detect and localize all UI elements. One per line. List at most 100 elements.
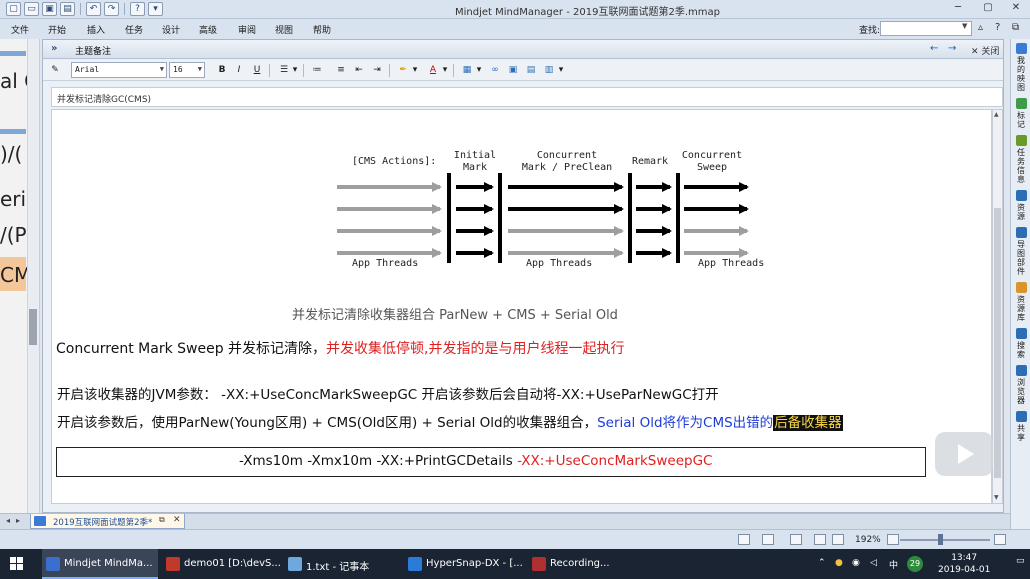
- save-icon[interactable]: ▣: [42, 2, 57, 16]
- tab-home[interactable]: 开始: [48, 23, 66, 36]
- font-family-select[interactable]: Arial ▼: [71, 62, 167, 78]
- right-strip-item[interactable]: 导图部件: [1013, 227, 1029, 276]
- hyperlink-icon[interactable]: ∞: [487, 63, 503, 78]
- taskbar-app[interactable]: demo01 [D:\devS...: [162, 549, 281, 579]
- input-method[interactable]: 中: [889, 558, 898, 571]
- font-size-select[interactable]: 16 ▼: [169, 62, 205, 78]
- close-button[interactable]: ✕: [1008, 2, 1024, 13]
- tab-file[interactable]: 文件: [11, 23, 29, 36]
- notification-icon[interactable]: ▭: [1016, 556, 1025, 566]
- collapse-all-icon[interactable]: [814, 534, 826, 545]
- back-icon[interactable]: ←: [930, 43, 938, 54]
- italic-button[interactable]: I: [231, 63, 247, 78]
- forward-icon[interactable]: →: [948, 43, 956, 54]
- tab-insert[interactable]: 插入: [87, 23, 105, 36]
- underline-button[interactable]: U: [249, 63, 265, 78]
- image-icon[interactable]: ▣: [505, 63, 521, 78]
- tab-scroll-left-icon[interactable]: ◂: [6, 516, 10, 525]
- redo-icon[interactable]: ↷: [104, 2, 119, 16]
- minimize-button[interactable]: ─: [950, 2, 966, 13]
- right-strip-item[interactable]: 浏览器: [1013, 365, 1029, 405]
- align-left-icon[interactable]: ☰: [276, 63, 292, 78]
- bullet-list-icon[interactable]: ≡: [333, 63, 349, 78]
- zoom-slider-thumb[interactable]: [938, 534, 943, 545]
- strip-scroll-thumb[interactable]: [29, 309, 37, 345]
- new-icon[interactable]: ▢: [6, 2, 21, 16]
- maximize-button[interactable]: ▢: [980, 2, 996, 13]
- clock[interactable]: 13:47 2019-04-01: [938, 552, 990, 576]
- notes-scrollbar[interactable]: ▲ ▼: [992, 109, 1003, 504]
- right-task-pane-strip: 我的映图标记任务信息资源导图部件资源库搜索浏览器共享: [1010, 39, 1030, 529]
- notes-scroll-thumb[interactable]: [994, 208, 1001, 478]
- font-color-icon[interactable]: A: [425, 63, 441, 78]
- tab-help[interactable]: 帮助: [313, 23, 331, 36]
- customize-icon[interactable]: ▾: [148, 2, 163, 16]
- right-strip-item[interactable]: 标记: [1013, 98, 1029, 129]
- format-painter-icon[interactable]: ✎: [47, 63, 63, 78]
- zoom-out-icon[interactable]: [887, 534, 899, 545]
- help-icon[interactable]: ?: [130, 2, 145, 16]
- find-input[interactable]: [880, 21, 972, 36]
- insert-object-icon[interactable]: ▤: [523, 63, 539, 78]
- ribbon-collapse-icon[interactable]: ▵: [978, 22, 983, 33]
- tab-view[interactable]: 视图: [275, 23, 293, 36]
- right-strip-item[interactable]: 任务信息: [1013, 135, 1029, 184]
- paste-icon[interactable]: ▥: [541, 63, 557, 78]
- chevron-down-icon[interactable]: ▾: [291, 63, 299, 78]
- filter-icon[interactable]: [762, 534, 774, 545]
- scroll-up-icon[interactable]: ▲: [994, 111, 999, 118]
- undo-icon[interactable]: ↶: [86, 2, 101, 16]
- chevron-down-icon[interactable]: ▾: [411, 63, 419, 78]
- tray-badge[interactable]: 29: [907, 556, 923, 572]
- tab-advanced[interactable]: 高级: [199, 23, 217, 36]
- tray-expand-icon[interactable]: ⌃: [818, 558, 826, 568]
- fit-width-icon[interactable]: [832, 534, 844, 545]
- focus-icon[interactable]: [790, 534, 802, 545]
- right-strip-item[interactable]: 共享: [1013, 411, 1029, 442]
- zoom-in-icon[interactable]: [994, 534, 1006, 545]
- highlight-color-icon[interactable]: ✒: [395, 63, 411, 78]
- float-tab-icon[interactable]: ⧉: [159, 515, 165, 525]
- volume-icon[interactable]: ◁: [870, 558, 877, 568]
- map-icon: [1015, 43, 1027, 54]
- play-video-icon[interactable]: [935, 432, 993, 476]
- strip-scrollbar[interactable]: [27, 39, 39, 513]
- tray-app-icon[interactable]: ●: [835, 558, 843, 568]
- close-tab-icon[interactable]: ✕: [173, 515, 181, 525]
- scroll-down-icon[interactable]: ▼: [994, 494, 999, 501]
- tab-task[interactable]: 任务: [125, 23, 143, 36]
- right-strip-item[interactable]: 我的映图: [1013, 43, 1029, 92]
- document-tab[interactable]: 2019互联网面试题第2季* ⧉ ✕: [30, 514, 185, 529]
- quick-access-toolbar: ▢ ▭ ▣ ▤ ↶ ↷ ? ▾: [6, 2, 163, 16]
- close-notes-button[interactable]: ✕ 关闭: [971, 44, 999, 57]
- chevron-down-icon[interactable]: ▾: [557, 63, 565, 78]
- collapse-icon[interactable]: »: [51, 43, 57, 54]
- tray-app-icon[interactable]: ◉: [852, 558, 860, 568]
- taskbar-app[interactable]: Recording...: [528, 549, 624, 579]
- outdent-icon[interactable]: ⇤: [351, 63, 367, 78]
- numbered-list-icon[interactable]: ≔: [309, 63, 325, 78]
- table-icon[interactable]: ▦: [459, 63, 475, 78]
- restore-icon[interactable]: ⧉: [1012, 22, 1019, 33]
- taskbar-app[interactable]: Mindjet MindMa...: [42, 549, 158, 579]
- tab-design[interactable]: 设计: [162, 23, 180, 36]
- chevron-down-icon[interactable]: ▾: [441, 63, 449, 78]
- find-dropdown-icon[interactable]: ▼: [962, 22, 967, 30]
- taskbar-app[interactable]: 1.txt - 记事本: [284, 549, 400, 579]
- fit-map-icon[interactable]: [738, 534, 750, 545]
- right-strip-item[interactable]: 搜索: [1013, 328, 1029, 359]
- chevron-down-icon[interactable]: ▾: [475, 63, 483, 78]
- zoom-slider[interactable]: [900, 539, 990, 541]
- right-strip-item[interactable]: 资源: [1013, 190, 1029, 221]
- start-button[interactable]: [10, 557, 24, 571]
- open-icon[interactable]: ▭: [24, 2, 39, 16]
- tab-scroll-right-icon[interactable]: ▸: [16, 516, 20, 525]
- bold-button[interactable]: B: [214, 63, 230, 78]
- right-strip-item[interactable]: 资源库: [1013, 282, 1029, 322]
- tab-review[interactable]: 审阅: [238, 23, 256, 36]
- taskbar-app[interactable]: HyperSnap-DX - [...: [404, 549, 524, 579]
- print-icon[interactable]: ▤: [60, 2, 75, 16]
- indent-icon[interactable]: ⇥: [369, 63, 385, 78]
- note-content-area[interactable]: [CMS Actions]: Initial Mark Concurrent M…: [51, 109, 992, 504]
- help-icon[interactable]: ?: [995, 22, 1000, 33]
